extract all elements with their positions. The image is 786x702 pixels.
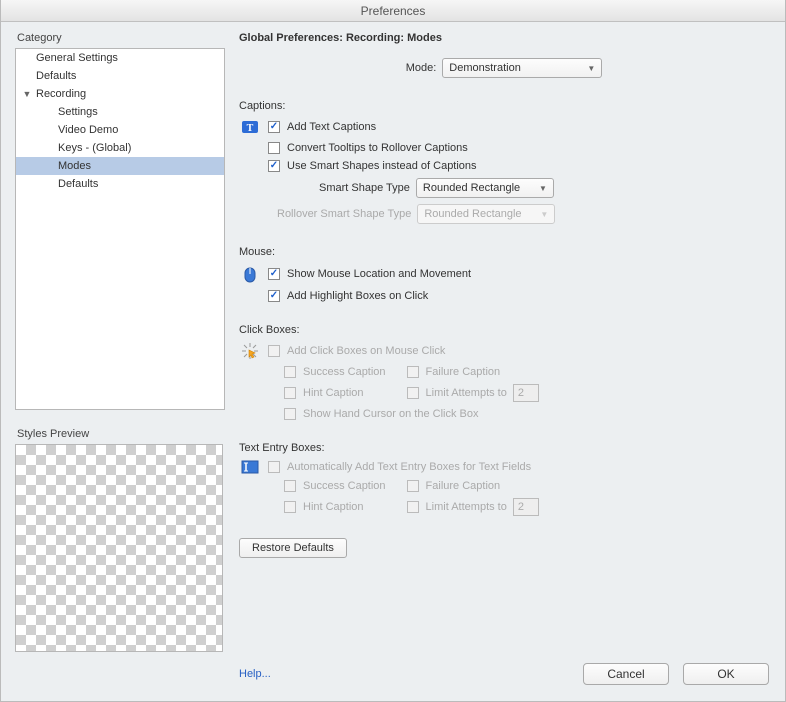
tree-label: Keys - (Global) bbox=[58, 142, 131, 154]
chevron-down-icon: ▼ bbox=[539, 184, 547, 193]
clickboxes-heading: Click Boxes: bbox=[239, 324, 769, 336]
window-title: Preferences bbox=[1, 0, 785, 22]
show-mouse-location-checkbox[interactable] bbox=[268, 268, 280, 280]
cb-limit-value: 2 bbox=[513, 384, 539, 402]
ok-button[interactable]: OK bbox=[683, 663, 769, 685]
mouse-icon bbox=[242, 264, 258, 284]
cb-limit-checkbox bbox=[407, 387, 419, 399]
styles-preview bbox=[15, 444, 223, 652]
add-text-captions-checkbox[interactable] bbox=[268, 121, 280, 133]
tree-label: Defaults bbox=[58, 178, 98, 190]
tree-item-video-demo[interactable]: Video Demo bbox=[16, 121, 224, 139]
tree-item-defaults-rec[interactable]: Defaults bbox=[16, 175, 224, 193]
highlight-boxes-label: Add Highlight Boxes on Click bbox=[287, 290, 428, 302]
text-entry-icon bbox=[241, 460, 259, 474]
auto-add-textentry-label: Automatically Add Text Entry Boxes for T… bbox=[287, 461, 531, 473]
chevron-down-icon: ▼ bbox=[587, 64, 595, 73]
mode-label: Mode: bbox=[406, 62, 437, 74]
add-click-boxes-checkbox bbox=[268, 345, 280, 357]
tree-item-settings[interactable]: Settings bbox=[16, 103, 224, 121]
smart-shape-type-label: Smart Shape Type bbox=[319, 182, 410, 194]
smart-shape-type-value: Rounded Rectangle bbox=[423, 182, 520, 194]
tree-label: Video Demo bbox=[58, 124, 118, 136]
convert-tooltips-label: Convert Tooltips to Rollover Captions bbox=[287, 142, 468, 154]
mouse-heading: Mouse: bbox=[239, 246, 769, 258]
tree-item-recording[interactable]: ▼ Recording bbox=[16, 85, 224, 103]
use-smart-shapes-label: Use Smart Shapes instead of Captions bbox=[287, 160, 477, 172]
te-hint-checkbox bbox=[284, 501, 296, 513]
smart-shape-type-select[interactable]: Rounded Rectangle ▼ bbox=[416, 178, 554, 198]
text-caption-icon: T bbox=[241, 118, 259, 136]
svg-text:T: T bbox=[247, 123, 254, 134]
te-success-checkbox bbox=[284, 480, 296, 492]
convert-tooltips-checkbox[interactable] bbox=[268, 142, 280, 154]
cb-success-checkbox bbox=[284, 366, 296, 378]
mode-select[interactable]: Demonstration ▼ bbox=[442, 58, 602, 78]
styles-preview-label: Styles Preview bbox=[17, 428, 225, 440]
cb-failure-label: Failure Caption bbox=[426, 366, 501, 378]
te-limit-checkbox bbox=[407, 501, 419, 513]
tree-item-modes[interactable]: Modes bbox=[16, 157, 224, 175]
add-text-captions-label: Add Text Captions bbox=[287, 121, 376, 133]
te-failure-label: Failure Caption bbox=[426, 480, 501, 492]
cb-handcursor-checkbox bbox=[284, 408, 296, 420]
cb-success-label: Success Caption bbox=[303, 366, 386, 378]
cb-limit-label: Limit Attempts to bbox=[426, 387, 507, 399]
auto-add-textentry-checkbox bbox=[268, 461, 280, 473]
tree-label: Defaults bbox=[36, 70, 76, 82]
rollover-smart-shape-select: Rounded Rectangle ▼ bbox=[417, 204, 555, 224]
te-success-label: Success Caption bbox=[303, 480, 386, 492]
disclosure-triangle-icon[interactable]: ▼ bbox=[20, 89, 34, 99]
tree-label: Settings bbox=[58, 106, 98, 118]
help-link[interactable]: Help... bbox=[239, 668, 271, 680]
te-failure-checkbox bbox=[407, 480, 419, 492]
add-click-boxes-label: Add Click Boxes on Mouse Click bbox=[287, 345, 445, 357]
breadcrumb: Global Preferences: Recording: Modes bbox=[239, 32, 769, 44]
tree-label: Recording bbox=[36, 88, 86, 100]
te-hint-label: Hint Caption bbox=[303, 501, 364, 513]
cb-handcursor-label: Show Hand Cursor on the Click Box bbox=[303, 408, 478, 420]
tree-item-defaults[interactable]: Defaults bbox=[16, 67, 224, 85]
category-label: Category bbox=[17, 32, 225, 44]
tree-label: General Settings bbox=[36, 52, 118, 64]
cancel-button[interactable]: Cancel bbox=[583, 663, 669, 685]
use-smart-shapes-checkbox[interactable] bbox=[268, 160, 280, 172]
te-limit-label: Limit Attempts to bbox=[426, 501, 507, 513]
click-icon bbox=[241, 342, 259, 360]
highlight-boxes-checkbox[interactable] bbox=[268, 290, 280, 302]
cb-hint-label: Hint Caption bbox=[303, 387, 364, 399]
tree-item-general-settings[interactable]: General Settings bbox=[16, 49, 224, 67]
rollover-smart-shape-value: Rounded Rectangle bbox=[424, 208, 521, 220]
tree-label: Modes bbox=[58, 160, 91, 172]
category-tree[interactable]: General Settings Defaults ▼ Recording Se… bbox=[15, 48, 225, 410]
te-limit-value: 2 bbox=[513, 498, 539, 516]
tree-item-keys-global[interactable]: Keys - (Global) bbox=[16, 139, 224, 157]
textentry-heading: Text Entry Boxes: bbox=[239, 442, 769, 454]
captions-heading: Captions: bbox=[239, 100, 769, 112]
cb-failure-checkbox bbox=[407, 366, 419, 378]
rollover-smart-shape-label: Rollover Smart Shape Type bbox=[277, 208, 411, 220]
cb-hint-checkbox bbox=[284, 387, 296, 399]
mode-select-value: Demonstration bbox=[449, 62, 521, 74]
restore-defaults-button[interactable]: Restore Defaults bbox=[239, 538, 347, 558]
show-mouse-location-label: Show Mouse Location and Movement bbox=[287, 268, 471, 280]
chevron-down-icon: ▼ bbox=[540, 210, 548, 219]
